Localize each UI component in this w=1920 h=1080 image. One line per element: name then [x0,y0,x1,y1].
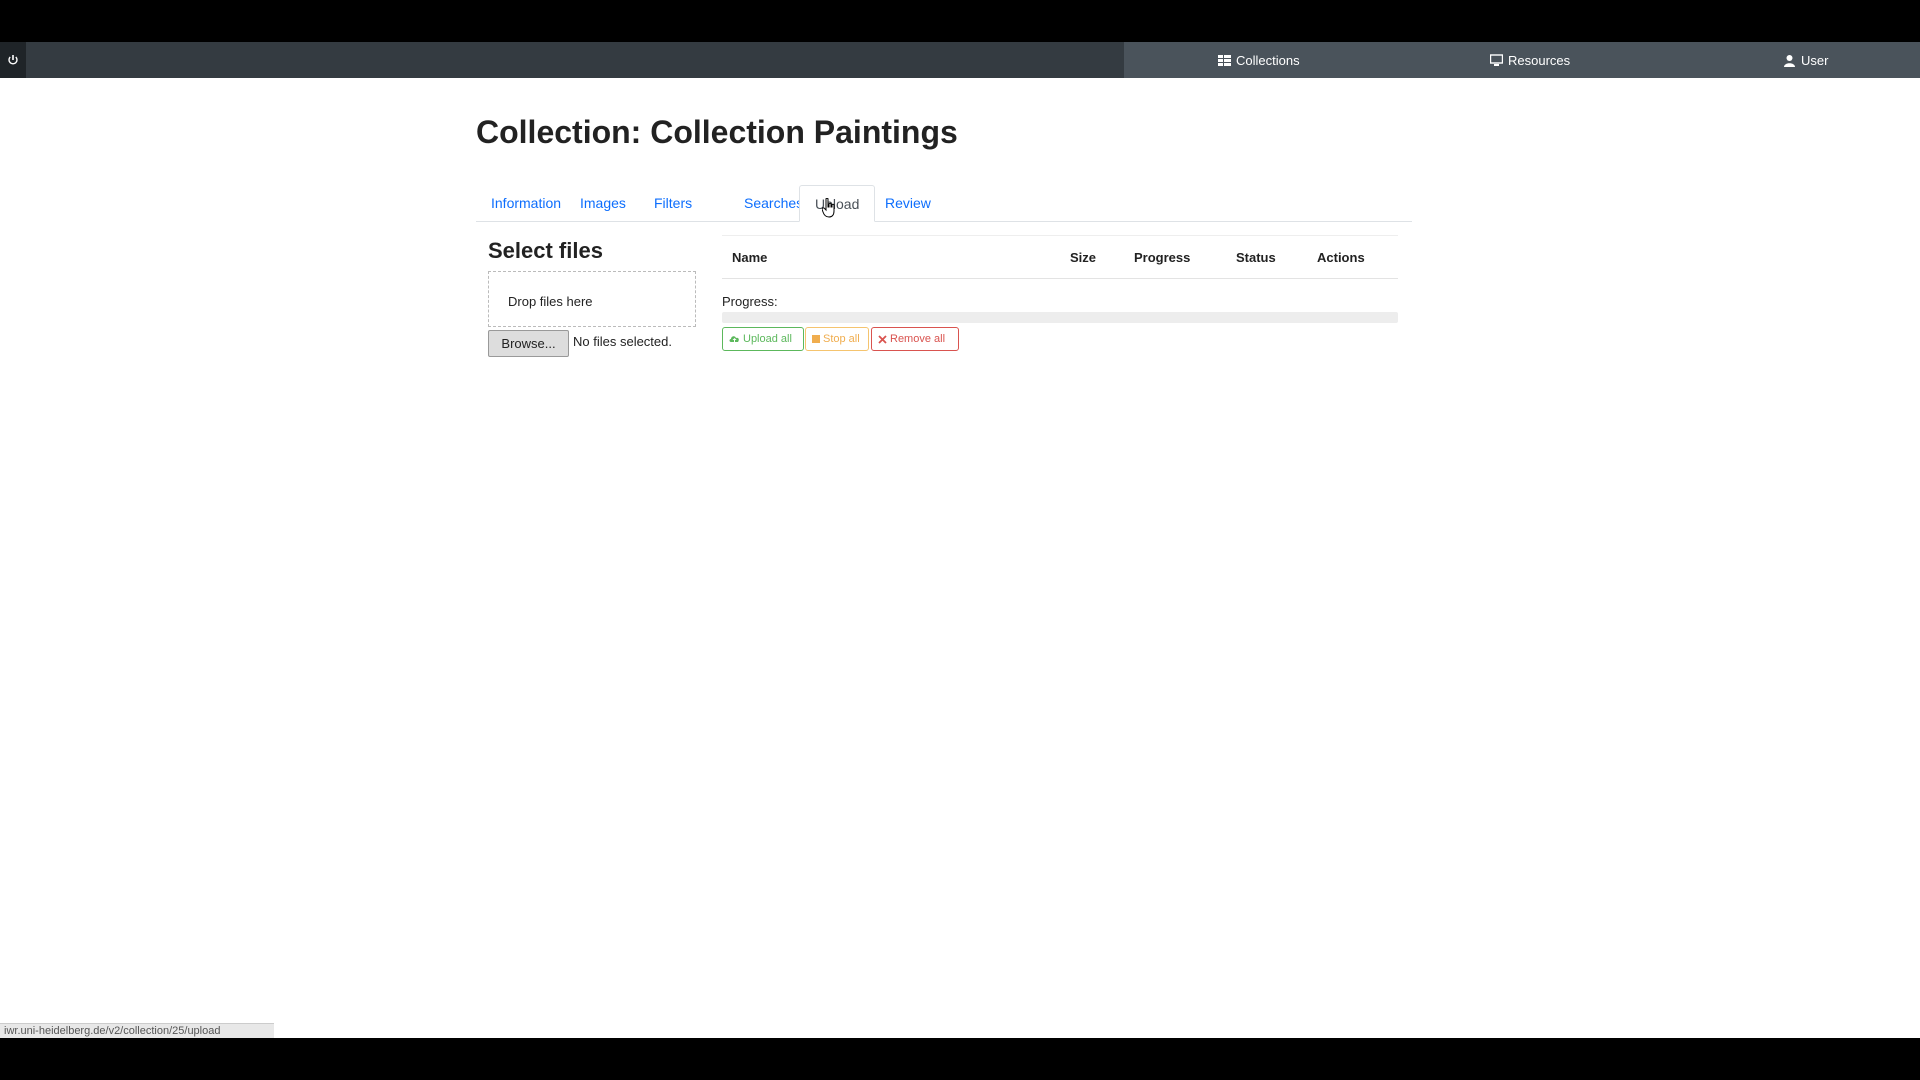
stop-icon [812,335,820,343]
remove-all-label: Remove all [890,333,946,345]
col-header-actions: Actions [1317,250,1365,265]
nav-resources[interactable]: Resources [1490,42,1570,78]
nav-resources-label: Resources [1508,52,1571,68]
total-progress-bar [722,312,1398,323]
power-icon [8,55,18,65]
progress-label: Progress: [722,294,778,309]
browser-status-url: iwr.uni-heidelberg.de/v2/collection/25/u… [0,1023,274,1038]
upload-all-label: Upload all [743,333,792,345]
cloud-upload-icon [729,336,739,342]
col-header-name: Name [732,250,768,265]
page-content: Collection: Collection Paintings Informa… [0,78,1920,1038]
letterbox-top [0,0,1920,42]
no-files-text: No files selected. [573,334,672,349]
power-button[interactable] [0,42,26,78]
user-icon [1784,54,1795,67]
list-icon [1218,54,1231,66]
tab-filters[interactable]: Filters [639,185,707,222]
stop-all-label: Stop all [823,333,860,345]
tab-information[interactable]: Information [476,185,576,222]
hand-cursor-icon [822,198,835,218]
nav-collections-label: Collections [1236,52,1300,68]
nav-user-label: User [1801,52,1829,68]
tab-images[interactable]: Images [565,185,641,222]
stop-all-button[interactable]: Stop all [805,327,869,351]
drop-zone-text: Drop files here [508,294,593,309]
remove-all-button[interactable]: Remove all [871,327,959,351]
upload-all-button[interactable]: Upload all [722,327,804,351]
col-header-size: Size [1070,250,1097,265]
top-navbar: Collections Resources User [0,42,1920,78]
drop-zone[interactable]: Drop files here [488,271,696,327]
nav-right-group: Collections Resources User [1124,42,1920,78]
tab-review[interactable]: Review [870,185,946,222]
close-icon [878,334,887,344]
col-header-status: Status [1236,250,1276,265]
upload-table-header: Name Size Progress Status Actions [722,235,1398,279]
letterbox-bottom [0,1038,1920,1080]
tab-upload[interactable]: Upload [799,185,876,222]
select-files-heading: Select files [488,238,603,263]
browse-button[interactable]: Browse... [488,330,569,357]
monitor-icon [1490,53,1503,66]
col-header-progress: Progress [1134,250,1191,265]
nav-user[interactable]: User [1783,42,1828,78]
nav-collections[interactable]: Collections [1218,42,1300,78]
page-title: Collection: Collection Paintings [476,114,958,150]
collection-tabs: Information Images Filters Searches Uplo… [476,185,1412,222]
